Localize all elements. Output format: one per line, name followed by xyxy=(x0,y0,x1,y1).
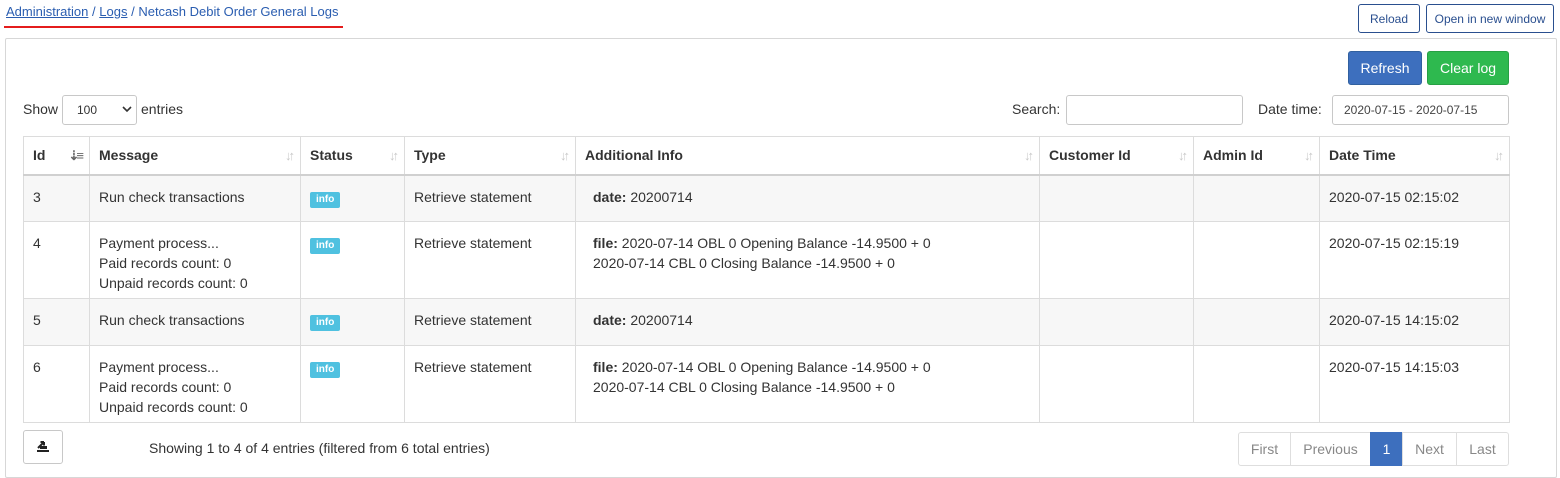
breadcrumb-link-administration[interactable]: Administration xyxy=(6,4,88,19)
cell-status: info xyxy=(300,221,405,299)
entries-per-page-value: 100 xyxy=(77,103,98,117)
cell-date-time: 2020-07-15 14:15:03 xyxy=(1319,345,1510,423)
cell-id: 5 xyxy=(23,298,90,346)
sort-arrows-icon: ↓↑ xyxy=(285,148,295,163)
entries-label: entries xyxy=(141,101,184,117)
reload-button[interactable]: Reload xyxy=(1358,4,1420,33)
cell-customer-id xyxy=(1039,221,1194,299)
export-icon xyxy=(35,438,51,457)
cell-admin-id xyxy=(1193,221,1320,299)
pagination-last[interactable]: Last xyxy=(1456,432,1509,466)
cell-additional-info: date: 20200714 xyxy=(575,174,1040,222)
cell-status: info xyxy=(300,174,405,222)
cell-id: 4 xyxy=(23,221,90,299)
cell-message: Payment process... Paid records count: 0… xyxy=(89,345,301,423)
sort-arrows-icon: ↓↑ xyxy=(1178,148,1188,163)
logs-table: Id ⇣≡ Message ↓↑ Status ↓↑ Type ↓↑ Additiona… xyxy=(23,136,1510,423)
breadcrumb-separator: / xyxy=(92,4,96,19)
search-input[interactable] xyxy=(1066,95,1243,125)
chevron-down-icon xyxy=(122,104,132,117)
sort-arrows-icon: ↓↑ xyxy=(389,148,399,163)
table-row: 5 Run check transactions info Retrieve s… xyxy=(23,298,1510,346)
status-badge: info xyxy=(310,238,341,254)
status-badge: info xyxy=(310,362,341,378)
cell-date-time: 2020-07-15 02:15:19 xyxy=(1319,221,1510,299)
refresh-button[interactable]: Refresh xyxy=(1348,51,1422,85)
column-header-type[interactable]: Type ↓↑ xyxy=(404,136,576,176)
pagination-next[interactable]: Next xyxy=(1402,432,1457,466)
search-label: Search: xyxy=(1012,101,1061,117)
cell-additional-info: date: 20200714 xyxy=(575,298,1040,346)
sort-desc-icon: ⇣≡ xyxy=(68,148,85,163)
cell-customer-id xyxy=(1039,298,1194,346)
column-header-customer-id[interactable]: Customer Id ↓↑ xyxy=(1039,136,1194,176)
date-time-label: Date time: xyxy=(1258,101,1322,117)
pagination: First Previous 1 Next Last xyxy=(1238,432,1509,466)
table-row: 6 Payment process... Paid records count:… xyxy=(23,345,1510,423)
breadcrumb-separator: / xyxy=(131,4,135,19)
breadcrumb-link-logs[interactable]: Logs xyxy=(99,4,127,19)
table-row: 3 Run check transactions info Retrieve s… xyxy=(23,174,1510,222)
cell-customer-id xyxy=(1039,345,1194,423)
pagination-previous[interactable]: Previous xyxy=(1290,432,1371,466)
status-badge: info xyxy=(310,315,341,331)
cell-admin-id xyxy=(1193,174,1320,222)
cell-status: info xyxy=(300,345,405,423)
cell-additional-info: file: 2020-07-14 OBL 0 Opening Balance -… xyxy=(575,345,1040,423)
cell-message: Run check transactions xyxy=(89,298,301,346)
cell-admin-id xyxy=(1193,345,1320,423)
show-label: Show xyxy=(23,101,59,117)
cell-message: Run check transactions xyxy=(89,174,301,222)
cell-date-time: 2020-07-15 02:15:02 xyxy=(1319,174,1510,222)
column-header-additional-info[interactable]: Additional Info ↓↑ xyxy=(575,136,1040,176)
status-badge: info xyxy=(310,191,341,208)
cell-type: Retrieve statement xyxy=(404,221,576,299)
breadcrumb-underline xyxy=(4,26,343,28)
cell-additional-info: file: 2020-07-14 OBL 0 Opening Balance -… xyxy=(575,221,1040,299)
clear-log-button[interactable]: Clear log xyxy=(1427,51,1509,85)
cell-customer-id xyxy=(1039,174,1194,222)
cell-id: 3 xyxy=(23,174,90,222)
table-info-text: Showing 1 to 4 of 4 entries (filtered fr… xyxy=(149,440,490,456)
export-button[interactable] xyxy=(23,430,63,464)
cell-date-time: 2020-07-15 14:15:02 xyxy=(1319,298,1510,346)
sort-arrows-icon: ↓↑ xyxy=(1494,148,1504,163)
column-header-status[interactable]: Status ↓↑ xyxy=(300,136,405,176)
breadcrumb-current: Netcash Debit Order General Logs xyxy=(138,4,339,19)
cell-type: Retrieve statement xyxy=(404,174,576,222)
pagination-page-1[interactable]: 1 xyxy=(1370,432,1403,466)
cell-status: info xyxy=(300,298,405,346)
column-header-date-time[interactable]: Date Time ↓↑ xyxy=(1319,136,1510,176)
cell-type: Retrieve statement xyxy=(404,298,576,346)
sort-arrows-icon: ↓↑ xyxy=(1304,148,1314,163)
entries-per-page-select[interactable]: 100 xyxy=(62,95,137,125)
open-new-window-button[interactable]: Open in new window xyxy=(1426,4,1554,33)
table-row: 4 Payment process... Paid records count:… xyxy=(23,221,1510,299)
cell-message: Payment process... Paid records count: 0… xyxy=(89,221,301,299)
pagination-first[interactable]: First xyxy=(1238,432,1291,466)
sort-arrows-icon: ↓↑ xyxy=(560,148,570,163)
cell-type: Retrieve statement xyxy=(404,345,576,423)
column-header-id[interactable]: Id ⇣≡ xyxy=(23,136,90,176)
cell-admin-id xyxy=(1193,298,1320,346)
breadcrumb: Administration / Logs / Netcash Debit Or… xyxy=(6,4,338,19)
table-header-row: Id ⇣≡ Message ↓↑ Status ↓↑ Type ↓↑ Additiona… xyxy=(23,136,1510,176)
column-header-message[interactable]: Message ↓↑ xyxy=(89,136,301,176)
sort-arrows-icon: ↓↑ xyxy=(1024,148,1034,163)
column-header-admin-id[interactable]: Admin Id ↓↑ xyxy=(1193,136,1320,176)
cell-id: 6 xyxy=(23,345,90,423)
date-time-range-input[interactable]: 2020-07-15 - 2020-07-15 xyxy=(1332,95,1509,125)
